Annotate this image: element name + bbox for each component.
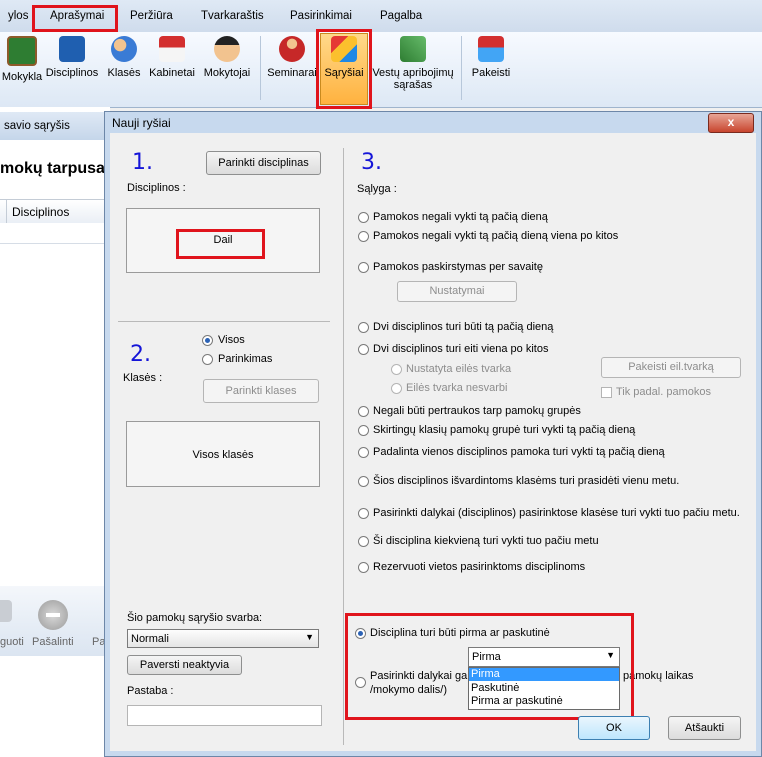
menu-item-tvarkarastis[interactable]: Tvarkaraštis	[195, 6, 270, 26]
condition-5-label: Dvi disciplinos turi eiti viena po kitos	[373, 343, 549, 355]
radio-order-irrelevant[interactable]	[391, 383, 402, 394]
menu-item-pagalba[interactable]: Pagalba	[374, 6, 428, 26]
chalkboard-icon	[7, 36, 37, 66]
only-lessons-checkbox[interactable]	[601, 387, 612, 398]
section-number-2: 2.	[130, 342, 151, 367]
chevron-down-icon: ▼	[305, 632, 314, 642]
condition-7-label: Skirtingų klasių pamokų grupė turi vykti…	[373, 424, 636, 436]
classes-label: Klasės :	[123, 372, 163, 384]
cancel-button[interactable]: Atšaukti	[668, 716, 741, 740]
make-inactive-button[interactable]: Paversti neaktyvia	[127, 655, 242, 675]
condition-3-label: Pamokos paskirstymas per savaitę	[373, 261, 543, 273]
condition-12-label: Rezervuoti vietos pasirinktoms disciplin…	[373, 561, 586, 573]
radio-condition-8[interactable]	[358, 447, 369, 458]
graduate-icon	[214, 36, 240, 62]
classes-box-text: Visos klasės	[192, 449, 254, 461]
highlight-aprasymai-tab	[32, 5, 118, 32]
highlight-first-or-last-group	[345, 613, 634, 720]
radio-condition-4[interactable]	[358, 322, 369, 333]
disciplines-label: Disciplinos :	[127, 182, 186, 194]
background-button-guoti[interactable]: guoti	[0, 636, 24, 648]
radio-condition-10[interactable]	[358, 508, 369, 519]
presenter-icon	[279, 36, 305, 62]
ribbon-button-pakeisti[interactable]: Pakeisti	[461, 36, 521, 79]
ok-button[interactable]: OK	[578, 716, 650, 740]
radio-classes-choose[interactable]	[202, 354, 213, 365]
radio-condition-1[interactable]	[358, 212, 369, 223]
radio-condition-6[interactable]	[358, 406, 369, 417]
house-icon	[159, 36, 185, 62]
weight-select-value: Normali	[131, 633, 169, 645]
condition-1-label: Pamokos negali vykti tą pačią dieną	[373, 211, 548, 223]
background-heading: mokų tarpusa	[0, 160, 105, 177]
choose-disciplines-button[interactable]: Parinkti disciplinas	[206, 151, 321, 175]
radio-condition-2[interactable]	[358, 231, 369, 242]
ribbon-button-vestu-apribojimu[interactable]: Vestų apribojimų sąrašas	[368, 36, 458, 91]
people-icon	[111, 36, 137, 62]
condition-4-label: Dvi disciplinos turi būti tą pačią dieną	[373, 321, 554, 333]
radio-condition-9[interactable]	[358, 476, 369, 487]
radio-fixed-order[interactable]	[391, 364, 402, 375]
choose-classes-button[interactable]: Parinkti klases	[203, 379, 319, 403]
highlight-discipline	[176, 229, 265, 259]
ribbon-button-mokytojai[interactable]: Mokytojai	[197, 36, 257, 79]
radio-classes-all[interactable]	[202, 335, 213, 346]
background-column-disciplinos[interactable]: Disciplinos	[12, 205, 69, 219]
menu-item-ylos[interactable]: ylos	[2, 6, 34, 26]
highlight-sarysiai-button	[316, 29, 372, 109]
radio-condition-3[interactable]	[358, 262, 369, 273]
vertical-divider	[343, 148, 344, 745]
remove-icon-bar	[46, 613, 60, 617]
condition-10-label: Pasirinkti dalykai (disciplinos) pasirin…	[373, 507, 740, 519]
radio-condition-5[interactable]	[358, 344, 369, 355]
dialog-title: Nauji ryšiai	[112, 116, 171, 130]
radio-condition-7[interactable]	[358, 425, 369, 436]
background-table-row[interactable]	[0, 223, 110, 244]
ribbon-button-kabinetai[interactable]: Kabinetai	[142, 36, 202, 79]
settings-button[interactable]: Nustatymai	[397, 281, 517, 302]
ribbon-separator	[260, 36, 261, 100]
note-label: Pastaba :	[127, 685, 174, 697]
condition-2-label: Pamokos negali vykti tą pačią dieną vien…	[373, 230, 619, 242]
menu-item-pasirinkimai[interactable]: Pasirinkimai	[284, 6, 358, 26]
section-divider	[118, 321, 330, 322]
menu-item-perziura[interactable]: Peržiūra	[124, 6, 179, 26]
change-order-button[interactable]: Pakeisti eil.tvarką	[601, 357, 741, 378]
only-lessons-label: Tik padal. pamokos	[616, 386, 711, 398]
fixed-order-label: Nustatyta eilės tvarka	[406, 363, 512, 375]
radio-condition-12[interactable]	[358, 562, 369, 573]
close-icon: x	[727, 115, 735, 129]
shuffle-icon	[400, 36, 426, 62]
condition-label: Sąlyga :	[357, 183, 397, 195]
house-refresh-icon	[478, 36, 504, 62]
radio-classes-all-label: Visos	[218, 334, 245, 346]
weight-select[interactable]: Normali ▼	[127, 629, 319, 648]
ribbon-button-seminarai[interactable]: Seminarai	[262, 36, 322, 79]
arrange-icon	[0, 600, 12, 622]
condition-11-label: Ši disciplina kiekvieną turi vykti tuo p…	[373, 535, 599, 547]
note-input[interactable]	[127, 705, 322, 726]
close-button[interactable]: x	[708, 113, 754, 133]
condition-6-label: Negali būti pertraukos tarp pamokų grupė…	[373, 405, 581, 417]
radio-classes-choose-label: Parinkimas	[218, 353, 273, 365]
background-button-pasalinti[interactable]: Pašalinti	[32, 636, 74, 648]
book-icon	[59, 36, 85, 62]
radio-condition-11[interactable]	[358, 536, 369, 547]
ribbon-button-disciplinos[interactable]: Disciplinos	[42, 36, 102, 79]
weight-label: Šio pamokų sąryšio svarba:	[127, 612, 263, 624]
section-number-1: 1.	[132, 150, 153, 175]
background-window-title: savio sąryšis	[4, 120, 70, 132]
section-number-3: 3.	[361, 150, 382, 175]
condition-8-label: Padalinta vienos disciplinos pamoka turi…	[373, 446, 665, 458]
order-irrelevant-label: Eilės tvarka nesvarbi	[406, 382, 508, 394]
condition-9-label: Šios disciplinos išvardintoms klasėms tu…	[373, 475, 680, 487]
column-divider	[6, 199, 7, 223]
